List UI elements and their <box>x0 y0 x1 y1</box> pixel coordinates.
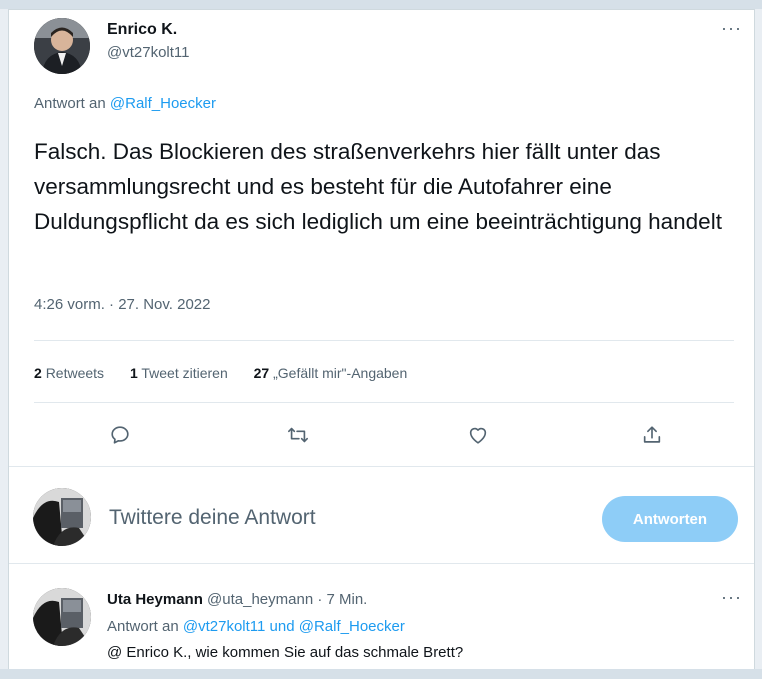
reply-header: Uta Heymann @uta_heymann · 7 Min. <box>107 591 367 608</box>
reply-more-options-icon[interactable]: ··· <box>721 587 742 608</box>
reply-context: Antwort an @vt27kolt11 und @Ralf_Hoecker <box>107 618 405 635</box>
divider <box>34 340 734 341</box>
reply-time[interactable]: · 7 Min. <box>317 591 367 608</box>
reply-targets-link[interactable]: @vt27kolt11 und @Ralf_Hoecker <box>183 618 405 635</box>
divider <box>9 466 754 467</box>
divider <box>9 563 754 564</box>
quotes-stat[interactable]: 1 Tweet zitieren <box>130 365 228 381</box>
author-avatar[interactable] <box>34 18 90 74</box>
likes-label: „Gefällt mir"-Angaben <box>273 365 408 381</box>
quotes-count: 1 <box>129 365 138 381</box>
reply-prefix: Antwort an <box>107 618 179 635</box>
tweet-timestamp[interactable]: 4:26 vorm. · 27. Nov. 2022 <box>34 296 210 313</box>
engagement-stats: 2 Retweets 1 Tweet zitieren 27 „Gefällt … <box>34 365 429 381</box>
reply-button[interactable] <box>105 420 135 450</box>
like-button[interactable] <box>463 420 493 450</box>
reply-author-handle[interactable]: @uta_heymann <box>207 591 313 608</box>
author-avatar-image <box>34 18 90 74</box>
retweets-count: 2 <box>34 365 42 381</box>
reply-context: Antwort an @Ralf_Hoecker <box>34 95 216 112</box>
reply-prefix: Antwort an <box>34 95 106 112</box>
author-handle[interactable]: @vt27kolt11 <box>107 44 190 61</box>
likes-stat[interactable]: 27 „Gefällt mir"-Angaben <box>254 365 408 381</box>
user-avatar-image <box>33 488 91 546</box>
window-bottom-edge <box>0 669 762 679</box>
retweets-stat[interactable]: 2 Retweets <box>34 365 104 381</box>
user-avatar[interactable] <box>33 488 91 546</box>
retweet-button[interactable] <box>283 420 313 450</box>
tweet-panel: Enrico K. @vt27kolt11 ··· Antwort an @Ra… <box>8 9 755 671</box>
like-icon <box>469 427 487 444</box>
window-top-edge <box>0 0 762 9</box>
share-button[interactable] <box>637 420 667 450</box>
reply-text: @ Enrico K., wie kommen Sie auf das schm… <box>107 644 464 661</box>
reply-author-avatar-image <box>33 588 91 646</box>
retweets-label: Retweets <box>45 365 105 381</box>
reply-author-avatar[interactable] <box>33 588 91 646</box>
reply-icon <box>111 426 129 444</box>
reply-submit-button[interactable]: Antworten <box>602 496 738 542</box>
reply-author-name[interactable]: Uta Heymann <box>107 591 203 608</box>
reply-compose-input[interactable]: Twittere deine Antwort <box>109 506 316 530</box>
retweet-icon <box>288 427 308 443</box>
reply-target-link[interactable]: @Ralf_Hoecker <box>110 95 216 112</box>
share-icon <box>643 426 661 443</box>
divider <box>34 402 734 403</box>
author-name[interactable]: Enrico K. <box>107 21 177 39</box>
more-options-icon[interactable]: ··· <box>721 18 742 39</box>
tweet-text: Falsch. Das Blockieren des straßenverkeh… <box>34 139 722 234</box>
quotes-label: Tweet zitieren <box>141 365 228 381</box>
likes-count: 27 <box>253 365 270 381</box>
